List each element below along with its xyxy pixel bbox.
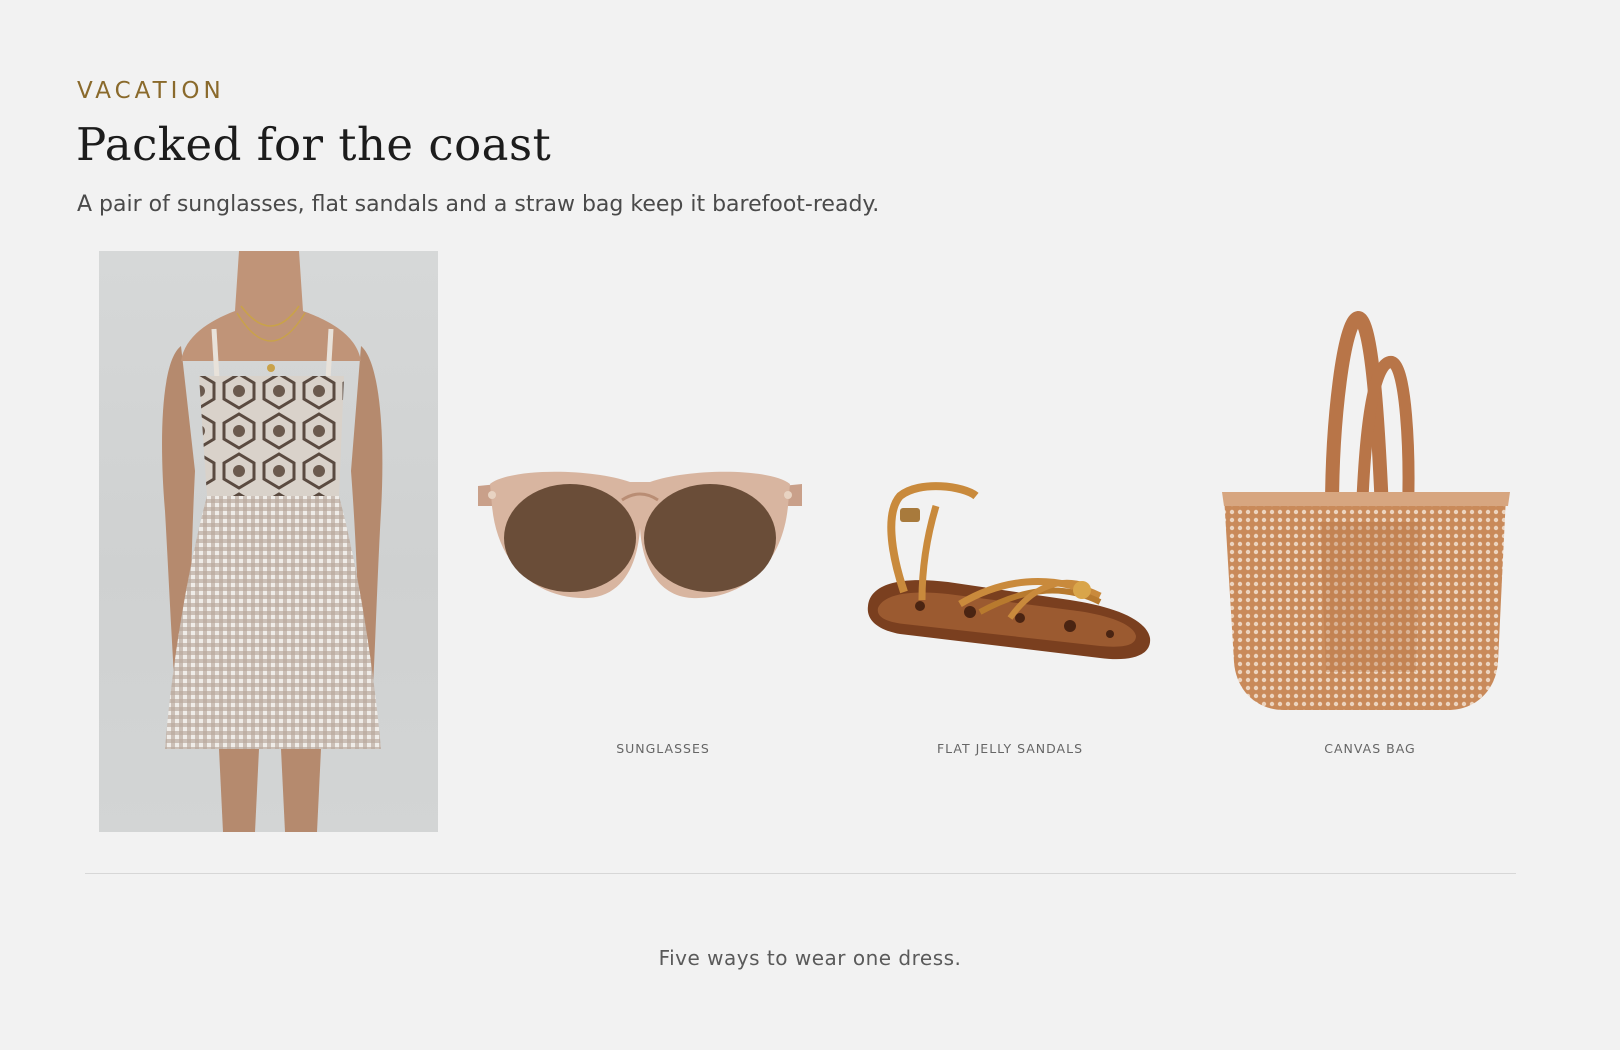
footer-tagline: Five ways to wear one dress. xyxy=(658,946,962,970)
product-label-tote-bag[interactable]: CANVAS BAG xyxy=(1288,741,1452,756)
dress-model-image xyxy=(162,251,383,832)
sunglasses-icon xyxy=(478,471,802,599)
product-label-sandals[interactable]: FLAT JELLY SANDALS xyxy=(925,741,1095,756)
product-sandals[interactable] xyxy=(860,300,1160,720)
product-tote-bag[interactable] xyxy=(1220,300,1514,720)
section-divider xyxy=(85,873,1516,874)
product-label-sunglasses[interactable]: SUNGLASSES xyxy=(570,741,756,756)
section-subtitle: A pair of sunglasses, flat sandals and a… xyxy=(77,192,880,217)
product-sunglasses[interactable] xyxy=(470,300,810,720)
sandal-icon xyxy=(867,482,1151,660)
section-eyebrow: VACATION xyxy=(77,78,225,104)
model-photo[interactable] xyxy=(99,251,438,832)
page-title: Packed for the coast xyxy=(76,118,552,171)
tote-bag-icon xyxy=(1222,310,1510,710)
